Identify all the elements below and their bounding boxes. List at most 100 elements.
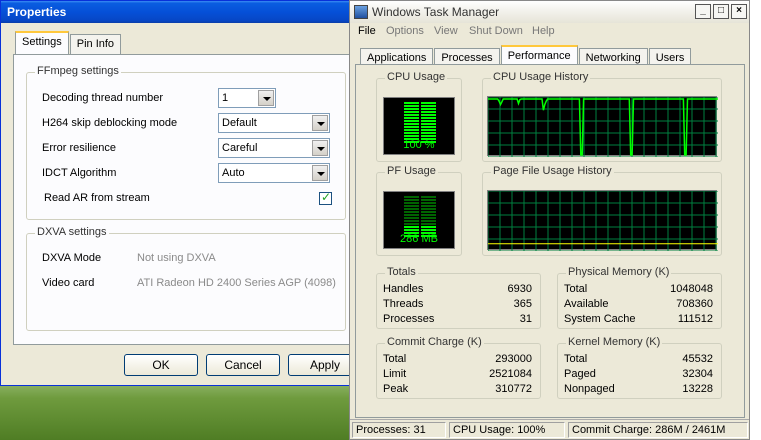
cpu-gauge-segment-right xyxy=(421,120,436,122)
cpu-gauge-segment-left xyxy=(404,117,419,119)
chevron-down-icon[interactable] xyxy=(312,165,328,181)
cpu-history-plot xyxy=(488,97,718,157)
ffmpeg-settings-group: FFmpeg settings Decoding thread number 1… xyxy=(26,65,346,220)
kernel-paged-label: Paged xyxy=(564,368,596,380)
totals-group: Totals Handles 6930 Threads 365 Processe… xyxy=(376,266,541,329)
cpu-gauge-segment-left xyxy=(404,114,419,116)
pf-gauge-segment-left xyxy=(404,211,419,213)
properties-titlebar[interactable]: Properties xyxy=(1,1,349,23)
cpu-gauge-segment-right xyxy=(421,135,436,137)
cpu-history-group: CPU Usage History xyxy=(482,71,722,162)
pf-gauge-segment-left xyxy=(404,217,419,219)
cpu-gauge-segment-left xyxy=(404,105,419,107)
h264-skip-select[interactable]: Default xyxy=(218,113,330,133)
chevron-down-icon[interactable] xyxy=(258,90,274,106)
physical-memory-legend: Physical Memory (K) xyxy=(566,266,672,278)
cpu-gauge-segment-right xyxy=(421,111,436,113)
menu-options[interactable]: Options xyxy=(386,25,424,37)
cpu-gauge-segment-right xyxy=(421,105,436,107)
commit-total-label: Total xyxy=(383,353,407,365)
pf-history-legend: Page File Usage History xyxy=(491,165,614,177)
idct-label: IDCT Algorithm xyxy=(42,167,117,179)
pf-gauge-segment-left xyxy=(404,199,419,201)
status-cpu-usage: CPU Usage: 100% xyxy=(449,422,565,438)
pf-gauge-segment-left xyxy=(404,220,419,222)
menu-shut-down[interactable]: Shut Down xyxy=(469,25,523,37)
read-ar-checkbox[interactable] xyxy=(319,190,332,205)
cpu-gauge-segment-right xyxy=(421,117,436,119)
pf-gauge-segment-right xyxy=(421,199,436,201)
pf-gauge-segment-left xyxy=(404,214,419,216)
cpu-gauge-segment-left xyxy=(404,126,419,128)
cpu-gauge-segment-left xyxy=(404,129,419,131)
pf-gauge-segment-right xyxy=(421,226,436,228)
commit-peak-label: Peak xyxy=(383,383,409,395)
error-resilience-label: Error resilience xyxy=(42,142,116,154)
physical-memory-group: Physical Memory (K) Total 1048048 Availa… xyxy=(557,266,722,329)
kernel-paged-value: 32304 xyxy=(682,368,713,380)
processes-label: Processes xyxy=(383,313,435,325)
menu-file[interactable]: File xyxy=(358,25,376,37)
pf-gauge-segment-left xyxy=(404,208,419,210)
pf-gauge-segment-right xyxy=(421,208,436,210)
task-manager-titlebar[interactable]: Windows Task Manager _ □ × xyxy=(350,1,749,23)
cpu-usage-value: 100 % xyxy=(403,139,435,151)
threads-value: 365 xyxy=(513,298,532,310)
task-manager-title: Windows Task Manager xyxy=(372,5,500,19)
dxva-mode-value: Not using DXVA xyxy=(137,252,216,264)
phys-total-value: 1048048 xyxy=(670,283,713,295)
commit-charge-legend: Commit Charge (K) xyxy=(385,336,484,348)
minimize-icon[interactable]: _ xyxy=(695,4,711,19)
menu-help[interactable]: Help xyxy=(532,25,555,37)
cpu-gauge-segment-right xyxy=(421,102,436,104)
error-resilience-value: Careful xyxy=(222,142,258,154)
commit-limit-label: Limit xyxy=(383,368,407,380)
cpu-history-line xyxy=(488,98,718,156)
cpu-gauge-segment-right xyxy=(421,108,436,110)
cpu-gauge-segment-right xyxy=(421,114,436,116)
pf-gauge-segment-left xyxy=(404,229,419,231)
pf-gauge-segment-right xyxy=(421,205,436,207)
chevron-down-icon[interactable] xyxy=(312,115,328,131)
cancel-button[interactable]: Cancel xyxy=(206,354,280,376)
tab-settings[interactable]: Settings xyxy=(15,31,69,54)
cpu-history-legend: CPU Usage History xyxy=(491,71,591,83)
commit-charge-group: Commit Charge (K) Total 293000 Limit 252… xyxy=(376,336,541,399)
task-manager-icon xyxy=(354,5,368,19)
cpu-gauge-segment-left xyxy=(404,111,419,113)
processes-value: 31 xyxy=(519,313,532,325)
pf-gauge-segment-right xyxy=(421,196,436,198)
pf-history-group: Page File Usage History xyxy=(482,165,722,256)
chevron-down-icon[interactable] xyxy=(312,140,328,156)
ok-button[interactable]: OK xyxy=(124,354,198,376)
read-ar-label: Read AR from stream xyxy=(44,192,150,204)
pf-gauge-segment-right xyxy=(421,217,436,219)
decoding-thread-select[interactable]: 1 xyxy=(218,88,276,108)
cpu-usage-group: CPU Usage 100 % xyxy=(376,71,462,162)
cpu-history-graph xyxy=(487,96,718,157)
handles-value: 6930 xyxy=(507,283,532,295)
idct-select[interactable]: Auto xyxy=(218,163,330,183)
cpu-gauge-segment-right xyxy=(421,126,436,128)
pf-history-graph xyxy=(487,190,718,251)
pf-gauge-segment-left xyxy=(404,205,419,207)
pf-usage-group: PF Usage 286 MB xyxy=(376,165,462,256)
phys-total-label: Total xyxy=(564,283,588,295)
pf-gauge-segment-left xyxy=(404,196,419,198)
menu-bar: File Options View Shut Down Help xyxy=(350,23,749,41)
pf-usage-value: 286 MB xyxy=(400,233,438,245)
pf-gauge-segment-left xyxy=(404,223,419,225)
cpu-gauge-segment-left xyxy=(404,132,419,134)
kernel-memory-group: Kernel Memory (K) Total 45532 Paged 3230… xyxy=(557,336,722,399)
properties-window: Properties Settings Pin Info FFmpeg sett… xyxy=(0,0,362,386)
dxva-settings-group: DXVA settings DXVA Mode Not using DXVA V… xyxy=(26,226,346,331)
menu-view[interactable]: View xyxy=(434,25,458,37)
close-icon[interactable]: × xyxy=(731,4,747,19)
maximize-icon[interactable]: □ xyxy=(713,4,729,19)
pf-gauge-segment-right xyxy=(421,214,436,216)
handles-label: Handles xyxy=(383,283,424,295)
tab-pin-info[interactable]: Pin Info xyxy=(69,34,122,54)
cpu-gauge-segment-right xyxy=(421,132,436,134)
error-resilience-select[interactable]: Careful xyxy=(218,138,330,158)
pf-usage-gauge: 286 MB xyxy=(383,191,455,249)
